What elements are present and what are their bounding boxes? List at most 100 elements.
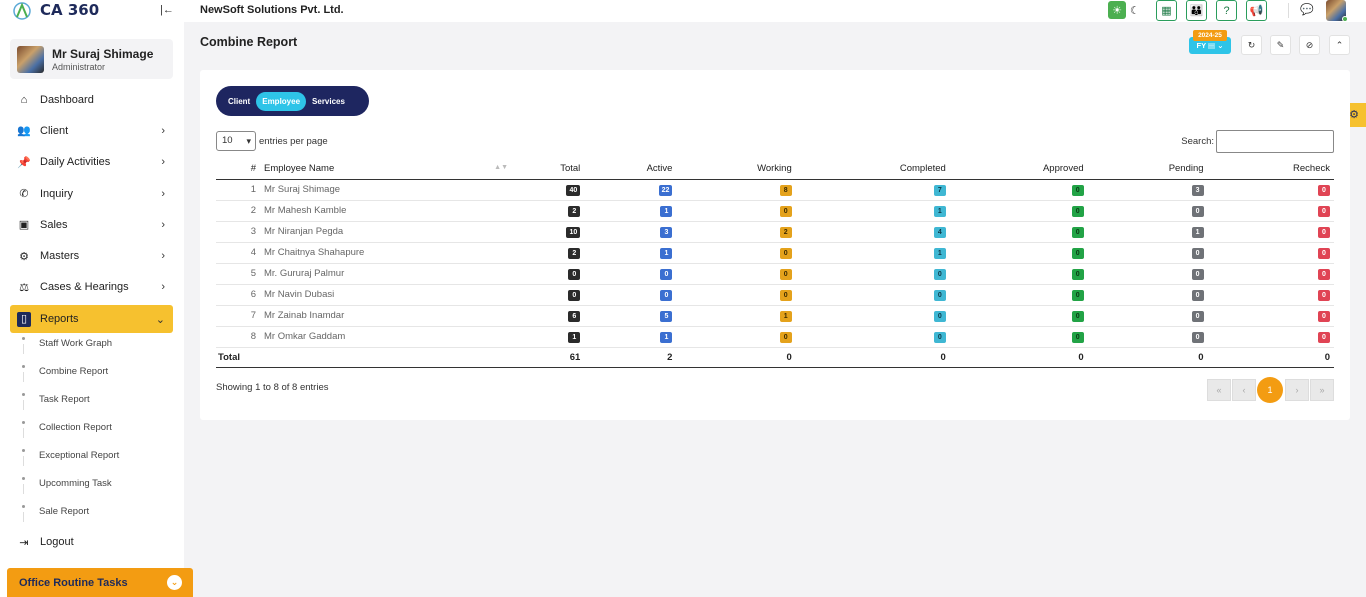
employee-name: Mr Mahesh Kamble	[260, 200, 510, 222]
col-header-index[interactable]: #	[216, 159, 260, 180]
approved-count-badge: 0	[1071, 247, 1084, 259]
table-row[interactable]: 2 Mr Mahesh Kamble 2 1 0 1 0 0 0	[216, 200, 1334, 222]
help-button[interactable]: ?	[1216, 0, 1237, 21]
team-button[interactable]: 👪	[1186, 0, 1207, 21]
cell-active: 3	[584, 221, 677, 243]
financial-year-selector[interactable]: FY ▤ ⌄ 2024-25	[1189, 30, 1231, 55]
tab-client[interactable]: Client	[222, 92, 256, 111]
pending-count-badge: 1	[1191, 226, 1204, 238]
fy-label: FY	[1196, 41, 1206, 50]
table-row[interactable]: 3 Mr Niranjan Pegda 10 3 2 4 0 1 0	[216, 221, 1334, 243]
submenu-upcomming-task[interactable]: Upcomming Task	[22, 469, 172, 497]
pin-icon: 📌	[17, 156, 31, 169]
cell-approved: 0	[949, 305, 1088, 327]
col-header-approved[interactable]: Approved	[949, 159, 1088, 180]
col-header-recheck[interactable]: Recheck	[1207, 159, 1334, 180]
table-row[interactable]: 4 Mr Chaitnya Shahapure 2 1 0 1 0 0 0	[216, 242, 1334, 264]
col-header-total[interactable]: Total	[510, 159, 585, 180]
pending-count-badge: 0	[1191, 247, 1204, 259]
submenu-collection-report[interactable]: Collection Report	[22, 413, 172, 441]
refresh-button[interactable]: ↻	[1241, 35, 1262, 55]
users-icon: 👥	[17, 125, 31, 138]
submenu-exceptional-report[interactable]: Exceptional Report	[22, 441, 172, 469]
cell-completed: 0	[795, 305, 950, 327]
col-header-working[interactable]: Working	[676, 159, 796, 180]
sidebar-item-masters[interactable]: ⚙ Masters ›	[10, 240, 173, 271]
col-header-active[interactable]: Active	[584, 159, 677, 180]
page-last-button[interactable]: »	[1310, 379, 1334, 401]
gear-icon: ⚙	[1349, 109, 1359, 121]
page-current-button[interactable]: 1	[1257, 377, 1283, 403]
reset-button[interactable]: ⊘	[1299, 35, 1320, 55]
submenu-staff-work-graph[interactable]: Staff Work Graph	[22, 329, 172, 357]
completed-count-badge: 0	[933, 310, 946, 322]
page-length-select[interactable]: 10 ▾	[216, 131, 256, 151]
cell-completed: 7	[795, 179, 950, 201]
cell-recheck: 0	[1207, 179, 1334, 201]
cell-working: 0	[676, 242, 796, 264]
logout-button[interactable]: ⇥ Logout	[17, 532, 74, 552]
col-header-employee-name[interactable]: Employee Name ▲▼	[260, 159, 510, 180]
sidebar-item-client[interactable]: 👥 Client ›	[10, 115, 173, 146]
theme-toggle[interactable]: ☀ ☾	[1108, 1, 1150, 19]
qr-button[interactable]: ▦	[1156, 0, 1177, 21]
employee-name: Mr Chaitnya Shahapure	[260, 242, 510, 264]
cell-active: 22	[584, 179, 677, 201]
cell-working: 2	[676, 221, 796, 243]
sun-icon[interactable]: ☀	[1108, 1, 1126, 19]
tab-employee[interactable]: Employee	[256, 91, 307, 111]
page-prev-button[interactable]: ‹	[1232, 379, 1256, 401]
search-input[interactable]	[1216, 130, 1334, 153]
col-header-completed[interactable]: Completed	[795, 159, 950, 180]
table-row[interactable]: 7 Mr Zainab Inamdar 6 5 1 0 0 0 0	[216, 305, 1334, 327]
row-index: 8	[216, 326, 260, 348]
qr-icon: ▦	[1161, 5, 1172, 17]
approved-count-badge: 0	[1071, 310, 1084, 322]
moon-icon[interactable]: ☾	[1130, 4, 1140, 17]
logout-label: Logout	[40, 536, 74, 548]
user-card[interactable]: Mr Suraj Shimage Administrator	[10, 39, 173, 79]
row-index: 6	[216, 284, 260, 306]
row-index: 5	[216, 263, 260, 285]
collapse-button[interactable]: ⌃	[1329, 35, 1350, 55]
announcement-button[interactable]: 📢	[1246, 0, 1267, 21]
message-icon[interactable]: 💬	[1300, 3, 1314, 16]
collapse-sidebar-icon[interactable]: |←	[160, 4, 174, 16]
chevron-right-icon: ›	[161, 187, 165, 200]
submenu-task-report[interactable]: Task Report	[22, 385, 172, 413]
chevron-down-icon: ⌄	[155, 313, 165, 326]
working-count-badge: 0	[779, 247, 792, 259]
col-header-pending[interactable]: Pending	[1087, 159, 1208, 180]
approved-count-badge: 0	[1071, 268, 1084, 280]
page-length-suffix: entries per page	[259, 135, 328, 147]
submenu-combine-report[interactable]: Combine Report	[22, 357, 172, 385]
table-row[interactable]: 6 Mr Navin Dubasi 0 0 0 0 0 0 0	[216, 284, 1334, 306]
table-row[interactable]: 1 Mr Suraj Shimage 40 22 8 7 0 3 0	[216, 179, 1334, 201]
divider	[1288, 3, 1289, 18]
sidebar-item-inquiry[interactable]: ✆ Inquiry ›	[10, 178, 173, 209]
scale-icon: ⚖	[19, 281, 29, 294]
app-logo[interactable]: CA 360	[12, 0, 99, 20]
page-first-button[interactable]: «	[1207, 379, 1231, 401]
chevron-right-icon: ›	[161, 156, 165, 169]
table-row[interactable]: 5 Mr. Gururaj Palmur 0 0 0 0 0 0 0	[216, 263, 1334, 285]
sidebar-item-daily-activities[interactable]: 📌 Daily Activities ›	[10, 147, 173, 178]
search-control: Search:	[1181, 130, 1334, 153]
tab-services[interactable]: Services	[306, 92, 351, 111]
sidebar-item-dashboard[interactable]: ⌂ Dashboard	[10, 84, 173, 115]
row-index: 1	[216, 179, 260, 201]
cell-active: 1	[584, 200, 677, 222]
total-label: Total	[216, 346, 510, 368]
sidebar-item-cases-hearings[interactable]: ⚖ Cases & Hearings ›	[10, 272, 173, 303]
table-row[interactable]: 8 Mr Omkar Gaddam 1 1 0 0 0 0 0	[216, 326, 1334, 348]
submenu-sale-report[interactable]: Sale Report	[22, 497, 172, 525]
cell-total: 40	[510, 179, 585, 201]
sidebar-item-sales[interactable]: ▣ Sales ›	[10, 209, 173, 240]
page-next-button[interactable]: ›	[1285, 379, 1309, 401]
active-count-badge: 3	[660, 226, 673, 238]
cell-working: 0	[676, 200, 796, 222]
office-routine-tasks-button[interactable]: Office Routine Tasks ⌄	[7, 568, 193, 597]
total-pending: 0	[1087, 346, 1208, 368]
pin-button[interactable]: ✎	[1270, 35, 1291, 55]
pending-count-badge: 0	[1191, 331, 1204, 343]
